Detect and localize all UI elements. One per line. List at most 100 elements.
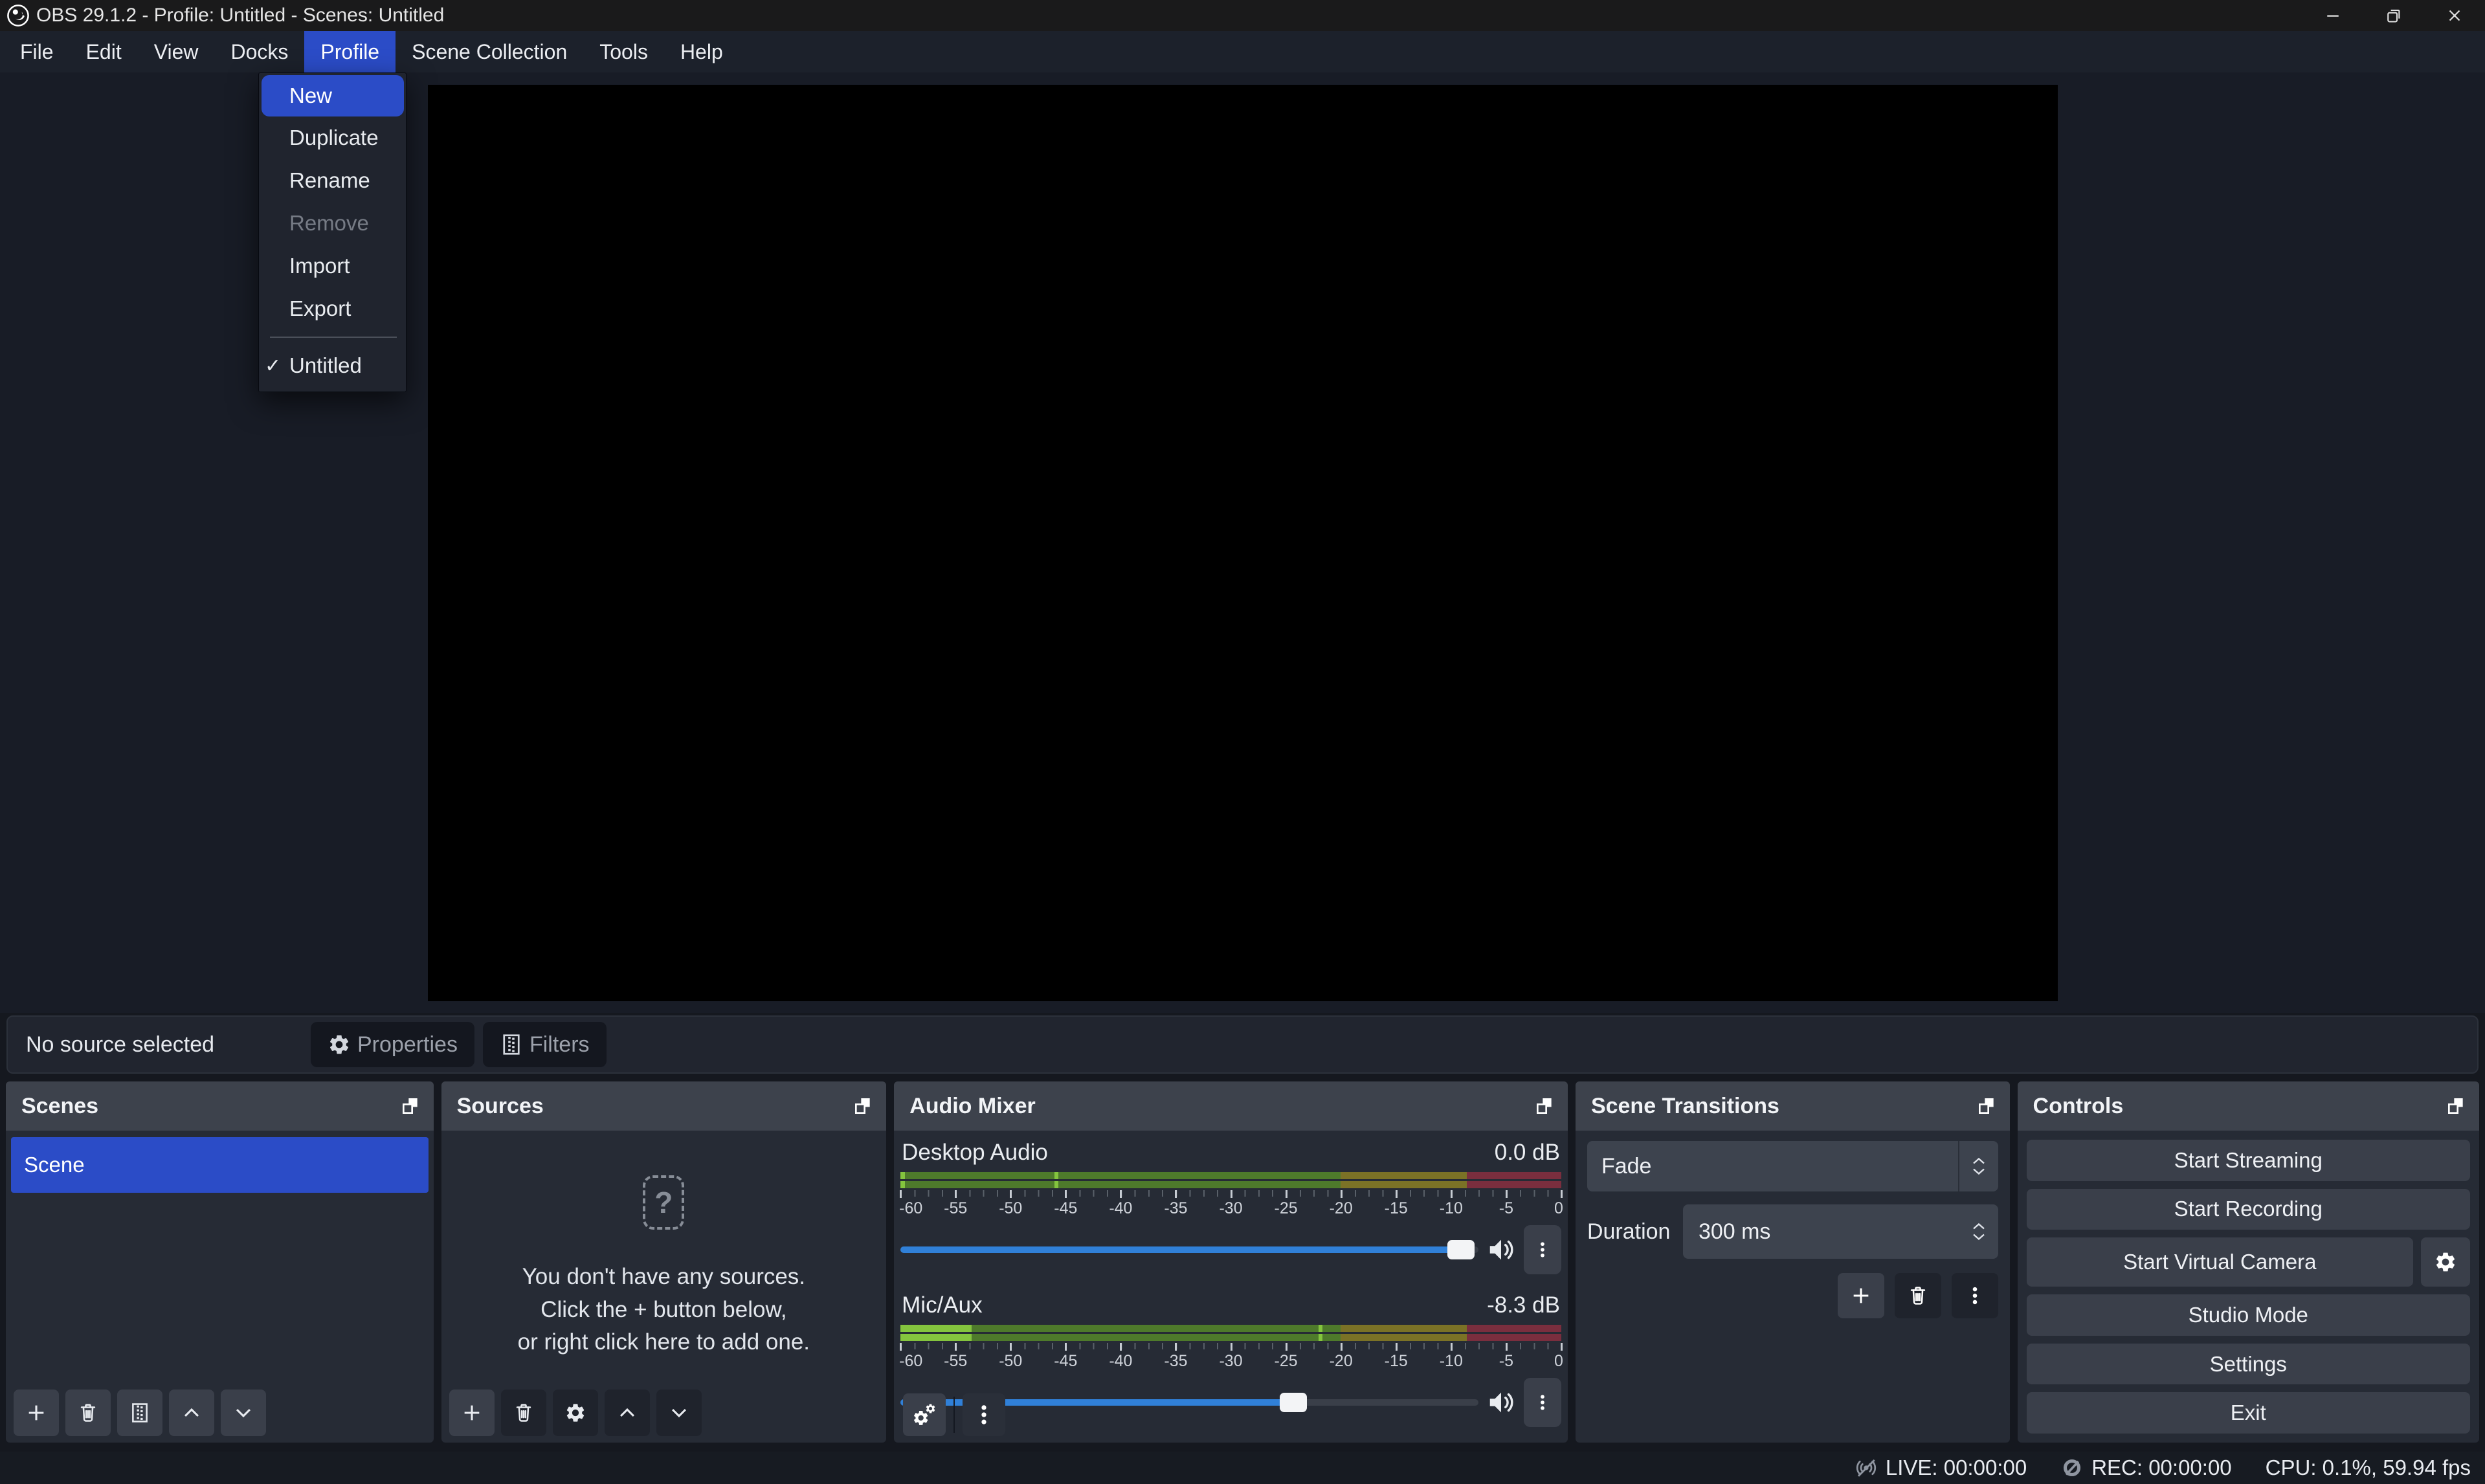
menu-scene-collection[interactable]: Scene Collection bbox=[396, 31, 583, 72]
scenes-toolbar bbox=[6, 1383, 434, 1443]
scene-list-item[interactable]: Scene bbox=[11, 1137, 429, 1193]
sources-list[interactable]: ? You don't have any sources. Click the … bbox=[441, 1131, 887, 1443]
source-toolbar: No source selected Properties Filters bbox=[6, 1015, 2479, 1074]
source-down-button bbox=[656, 1390, 702, 1436]
channel-menu-button[interactable] bbox=[1524, 1225, 1561, 1274]
record-off-icon bbox=[2060, 1456, 2084, 1479]
chevron-up-icon bbox=[616, 1402, 638, 1424]
profile-menu-export[interactable]: Export bbox=[259, 287, 406, 330]
meter-scale: -60 -55 -50 -45 -40 -35 -30 -25 -20 -15 … bbox=[900, 1343, 1561, 1373]
transition-value: Fade bbox=[1587, 1154, 1958, 1179]
mixer-toolbar bbox=[902, 1393, 1007, 1436]
chevron-down-icon bbox=[232, 1402, 254, 1424]
spinbox-arrows[interactable] bbox=[1959, 1221, 1998, 1242]
scene-transitions-title: Scene Transitions bbox=[1591, 1094, 1976, 1119]
exit-button[interactable]: Exit bbox=[2027, 1392, 2470, 1434]
channel-level-db: 0.0 dB bbox=[1495, 1140, 1560, 1166]
duration-spinbox[interactable]: 300 ms bbox=[1683, 1204, 1998, 1259]
properties-button[interactable]: Properties bbox=[311, 1022, 474, 1067]
profile-menu: New Duplicate Rename Remove Import Expor… bbox=[258, 72, 407, 392]
audio-mixer-title: Audio Mixer bbox=[909, 1094, 1534, 1119]
popout-icon[interactable] bbox=[1976, 1096, 1997, 1116]
preview-canvas[interactable] bbox=[428, 85, 2058, 1001]
menu-docks[interactable]: Docks bbox=[214, 31, 304, 72]
scene-transitions-body: Fade Duration 300 ms bbox=[1576, 1131, 2010, 1443]
controls-header: Controls bbox=[2018, 1081, 2479, 1131]
remove-scene-button[interactable] bbox=[65, 1390, 111, 1436]
meter-scale: -60 -55 -50 -45 -40 -35 -30 -25 -20 -15 … bbox=[900, 1190, 1561, 1220]
studio-mode-button[interactable]: Studio Mode bbox=[2027, 1294, 2470, 1336]
caret-down-icon bbox=[1971, 1232, 1987, 1242]
channel-menu-button[interactable] bbox=[1524, 1378, 1561, 1427]
profile-menu-untitled[interactable]: ✓ Untitled bbox=[259, 344, 406, 387]
menu-edit[interactable]: Edit bbox=[70, 31, 138, 72]
profile-menu-rename[interactable]: Rename bbox=[259, 159, 406, 202]
chevron-up-icon bbox=[181, 1402, 203, 1424]
source-up-button bbox=[605, 1390, 650, 1436]
rec-status: REC: 00:00:00 bbox=[2060, 1456, 2231, 1480]
sources-title: Sources bbox=[457, 1094, 853, 1119]
start-streaming-button[interactable]: Start Streaming bbox=[2027, 1140, 2470, 1181]
start-recording-button[interactable]: Start Recording bbox=[2027, 1189, 2470, 1230]
advanced-audio-button[interactable] bbox=[903, 1393, 946, 1436]
menu-profile[interactable]: Profile bbox=[304, 31, 396, 72]
rec-timer: REC: 00:00:00 bbox=[2091, 1456, 2231, 1480]
filters-icon bbox=[500, 1033, 523, 1056]
popout-icon[interactable] bbox=[852, 1096, 873, 1116]
add-scene-button[interactable] bbox=[14, 1390, 59, 1436]
scenes-list: Scene bbox=[6, 1131, 434, 1443]
transition-menu-button[interactable] bbox=[1952, 1273, 1998, 1318]
popout-icon[interactable] bbox=[400, 1096, 421, 1116]
cpu-fps-text: CPU: 0.1%, 59.94 fps bbox=[2266, 1456, 2471, 1480]
duration-label: Duration bbox=[1587, 1219, 1683, 1245]
speaker-icon[interactable] bbox=[1486, 1235, 1516, 1265]
sources-empty-line: Click the + button below, bbox=[518, 1294, 810, 1327]
speaker-icon[interactable] bbox=[1486, 1388, 1516, 1417]
profile-menu-new[interactable]: New bbox=[262, 75, 404, 116]
menu-file[interactable]: File bbox=[4, 31, 70, 72]
channel-level-db: -8.3 dB bbox=[1487, 1292, 1560, 1318]
audio-mixer-header: Audio Mixer bbox=[894, 1081, 1568, 1131]
settings-button[interactable]: Settings bbox=[2027, 1344, 2470, 1385]
virtual-camera-settings-button[interactable] bbox=[2421, 1237, 2470, 1287]
restore-button[interactable] bbox=[2363, 0, 2424, 31]
gears-icon bbox=[912, 1402, 937, 1427]
scene-up-button[interactable] bbox=[169, 1390, 214, 1436]
slider-handle[interactable] bbox=[1280, 1393, 1307, 1412]
live-timer: LIVE: 00:00:00 bbox=[1886, 1456, 2027, 1480]
menu-help[interactable]: Help bbox=[664, 31, 739, 72]
scene-transitions-header: Scene Transitions bbox=[1576, 1081, 2010, 1131]
close-button[interactable] bbox=[2424, 0, 2485, 31]
sources-empty-line: or right click here to add one. bbox=[518, 1326, 810, 1359]
duration-row: Duration 300 ms bbox=[1587, 1204, 1998, 1259]
menu-tools[interactable]: Tools bbox=[583, 31, 664, 72]
transition-select[interactable]: Fade bbox=[1587, 1141, 1998, 1191]
popout-icon[interactable] bbox=[1534, 1096, 1555, 1116]
scene-filters-button[interactable] bbox=[117, 1390, 162, 1436]
add-transition-button[interactable] bbox=[1838, 1273, 1884, 1318]
chevron-down-icon bbox=[668, 1402, 690, 1424]
minimize-button[interactable] bbox=[2302, 0, 2363, 31]
profile-menu-import[interactable]: Import bbox=[259, 245, 406, 287]
trash-icon bbox=[1907, 1285, 1929, 1307]
profile-menu-duplicate[interactable]: Duplicate bbox=[259, 116, 406, 159]
menu-view[interactable]: View bbox=[138, 31, 215, 72]
mixer-menu-button[interactable] bbox=[963, 1393, 1005, 1436]
volume-meter: -60 -55 -50 -45 -40 -35 -30 -25 -20 -15 … bbox=[900, 1172, 1561, 1220]
properties-label: Properties bbox=[357, 1032, 458, 1058]
scene-down-button[interactable] bbox=[221, 1390, 266, 1436]
start-virtual-camera-button[interactable]: Start Virtual Camera bbox=[2027, 1237, 2413, 1287]
filters-button[interactable]: Filters bbox=[483, 1022, 607, 1067]
add-source-button[interactable] bbox=[449, 1390, 495, 1436]
controls-body: Start Streaming Start Recording Start Vi… bbox=[2018, 1131, 2479, 1443]
popout-icon[interactable] bbox=[2446, 1096, 2466, 1116]
slider-handle[interactable] bbox=[1447, 1240, 1475, 1259]
volume-slider[interactable] bbox=[900, 1240, 1478, 1259]
select-spinner[interactable] bbox=[1959, 1156, 1998, 1177]
scene-transitions-panel: Scene Transitions Fade Duration 300 ms bbox=[1576, 1081, 2010, 1443]
plus-icon bbox=[461, 1402, 483, 1424]
volume-meter: -60 -55 -50 -45 -40 -35 -30 -25 -20 -15 … bbox=[900, 1325, 1561, 1373]
close-icon bbox=[2445, 6, 2464, 25]
window-title: OBS 29.1.2 - Profile: Untitled - Scenes:… bbox=[36, 5, 444, 27]
sources-empty-line: You don't have any sources. bbox=[518, 1261, 810, 1294]
